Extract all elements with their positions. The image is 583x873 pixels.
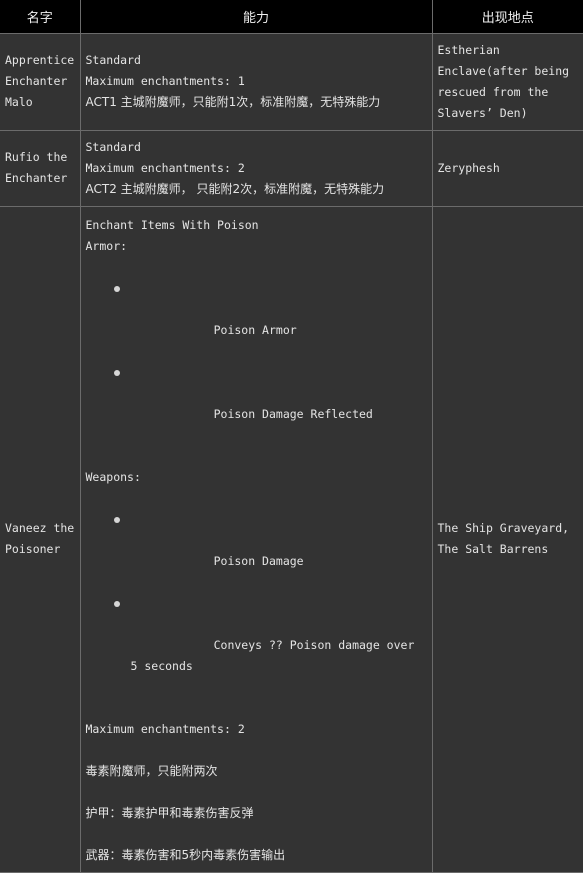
column-header-name: 名字: [0, 0, 81, 34]
list-item-label: Conveys ?? Poison damage over 5 seconds: [130, 637, 422, 673]
power-line: Maximum enchantments: 1: [85, 74, 245, 88]
enchanter-name-text: Rufio the Enchanter: [5, 150, 75, 185]
table-header: 名字 能力 出现地点: [0, 0, 583, 34]
power-line: Standard: [85, 139, 141, 154]
cell-enchanter-place: Estherian Enclave(after being rescued fr…: [432, 33, 583, 131]
list-item: Poison Damage: [86, 509, 427, 593]
bullet-icon: [113, 369, 120, 376]
weapons-label: Weapons:: [85, 469, 141, 484]
bullet-icon: [113, 600, 120, 607]
column-header-power: 能力: [80, 0, 433, 34]
place-text: Zeryphesh: [437, 160, 500, 175]
place-text: Estherian Enclave(after being rescued fr…: [437, 42, 576, 120]
enchanters-table: 名字 能力 出现地点 Apprentice Enchanter Malo Sta…: [0, 0, 583, 873]
power-title: Enchant Items With Poison: [85, 217, 259, 232]
cell-enchanter-power: Standard Maximum enchantments: 2 ACT2 主城…: [80, 130, 433, 207]
list-item-label: Poison Damage: [213, 553, 304, 568]
power-line-cn: 毒素附魔师，只能附两次: [85, 763, 218, 778]
table-body: Apprentice Enchanter Malo Standard Maxim…: [0, 33, 583, 873]
cell-enchanter-name: Rufio the Enchanter: [0, 130, 81, 207]
table-row: Apprentice Enchanter Malo Standard Maxim…: [0, 33, 583, 131]
cell-enchanter-place: Zeryphesh: [432, 130, 583, 207]
armor-label: Armor:: [85, 238, 128, 253]
power-line-cn: ACT2 主城附魔师， 只能附2次，标准附魔，无特殊能力: [85, 181, 385, 196]
list-item: Conveys ?? Poison damage over 5 seconds: [86, 593, 427, 698]
power-line-cn: 武器：毒素伤害和5秒内毒素伤害输出: [85, 847, 286, 862]
power-line: Standard: [85, 53, 141, 67]
power-line-cn: ACT1 主城附魔师，只能附1次，标准附魔，无特殊能力: [85, 95, 381, 109]
cell-enchanter-name: Apprentice Enchanter Malo: [0, 33, 82, 131]
weapon-enchant-list: Poison Damage Conveys ?? Poison damage o…: [86, 509, 427, 698]
table-row: Vaneez the Poisoner Enchant Items With P…: [0, 206, 583, 873]
place-text: The Ship Graveyard, The Salt Barrens: [437, 521, 576, 556]
power-line-cn: 护甲：毒素护甲和毒素伤害反弹: [85, 805, 254, 820]
column-header-place: 出现地点: [432, 0, 583, 34]
cell-enchanter-power: Enchant Items With Poison Armor: Poison …: [80, 206, 433, 873]
cell-enchanter-power: Standard Maximum enchantments: 1 ACT1 主城…: [80, 33, 433, 131]
list-item: Poison Damage Reflected: [86, 362, 427, 446]
table-header-row: 名字 能力 出现地点: [0, 0, 583, 34]
bullet-icon: [113, 285, 120, 292]
max-enchantments-line: Maximum enchantments: 2: [85, 721, 245, 736]
table-row: Rufio the Enchanter Standard Maximum enc…: [0, 130, 583, 207]
power-line: Maximum enchantments: 2: [85, 160, 245, 175]
cell-enchanter-name: Vaneez the Poisoner: [0, 206, 82, 873]
enchanter-name-text: Apprentice Enchanter Malo: [5, 53, 82, 109]
bullet-icon: [113, 516, 120, 523]
armor-enchant-list: Poison Armor Poison Damage Reflected: [86, 278, 427, 446]
enchanter-name-text: Vaneez the Poisoner: [5, 521, 82, 556]
list-item: Poison Armor: [86, 278, 427, 362]
list-item-label: Poison Damage Reflected: [213, 406, 373, 421]
list-item-label: Poison Armor: [213, 322, 297, 337]
cell-enchanter-place: The Ship Graveyard, The Salt Barrens: [432, 206, 583, 873]
